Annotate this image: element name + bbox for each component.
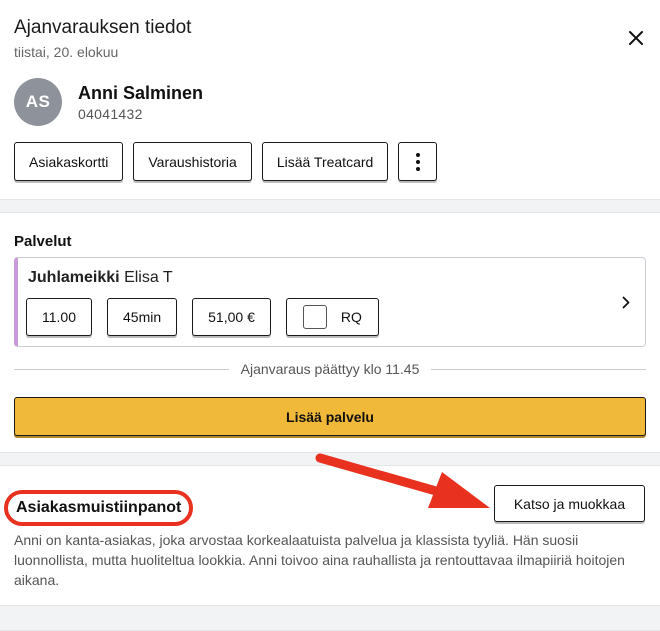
section-divider xyxy=(0,605,660,631)
appointment-date: tiistai, 20. elokuu xyxy=(14,44,119,60)
add-treatcard-button[interactable]: Lisää Treatcard xyxy=(261,142,389,181)
rq-checkbox[interactable] xyxy=(302,305,327,329)
add-service-button[interactable]: Lisää palvelu xyxy=(14,397,646,436)
notes-title: Asiakasmuistiinpanot xyxy=(16,499,182,516)
customer-phone: 04041432 xyxy=(78,106,143,122)
service-time-chip[interactable]: 11.00 xyxy=(26,298,92,336)
annotation-arrow xyxy=(315,453,490,508)
notes-title-highlight: Asiakasmuistiinpanot xyxy=(4,490,194,526)
panel-header: Ajanvarauksen tiedot tiistai, 20. elokuu xyxy=(14,16,191,60)
customer-actions: Asiakaskortti Varaushistoria Lisää Treat… xyxy=(14,142,438,181)
notes-text: Anni on kanta-asiakas, joka arvostaa kor… xyxy=(14,532,625,588)
service-title: Juhlameikki xyxy=(28,269,120,286)
more-options-button[interactable] xyxy=(398,142,438,181)
service-details: 11.00 45min 51,00 € RQ xyxy=(26,298,379,336)
rq-label: RQ xyxy=(340,309,362,325)
service-name: Juhlameikki Elisa T xyxy=(28,269,173,287)
service-duration-chip[interactable]: 45min xyxy=(107,298,178,336)
service-price: 51,00 € xyxy=(208,309,255,325)
service-duration: 45min xyxy=(123,309,162,325)
service-price-chip[interactable]: 51,00 € xyxy=(192,298,271,336)
customer-name: Anni Salminen xyxy=(78,83,204,103)
booking-history-button[interactable]: Varaushistoria xyxy=(133,142,252,181)
appointment-end-divider: Ajanvaraus päättyy klo 11.45 xyxy=(14,360,646,378)
customer-card-button[interactable]: Asiakaskortti xyxy=(14,142,124,181)
customer-info: AS Anni Salminen 04041432 xyxy=(14,78,203,126)
close-button[interactable] xyxy=(624,26,648,50)
kebab-vertical-icon xyxy=(415,152,420,171)
chevron-right-icon[interactable] xyxy=(619,294,633,310)
view-edit-notes-button[interactable]: Katso ja muokkaa xyxy=(494,485,645,522)
service-staff: Elisa T xyxy=(124,269,173,286)
rq-toggle[interactable]: RQ xyxy=(285,298,379,336)
section-divider xyxy=(0,199,660,213)
close-icon xyxy=(629,31,643,45)
avatar: AS xyxy=(14,78,62,126)
page-title: Ajanvarauksen tiedot xyxy=(14,17,192,38)
appointment-end-text: Ajanvaraus päättyy klo 11.45 xyxy=(240,361,420,377)
services-title: Palvelut xyxy=(14,233,72,250)
service-time: 11.00 xyxy=(42,309,76,325)
service-card[interactable]: Juhlameikki Elisa T 11.00 45min 51,00 € … xyxy=(14,257,646,347)
